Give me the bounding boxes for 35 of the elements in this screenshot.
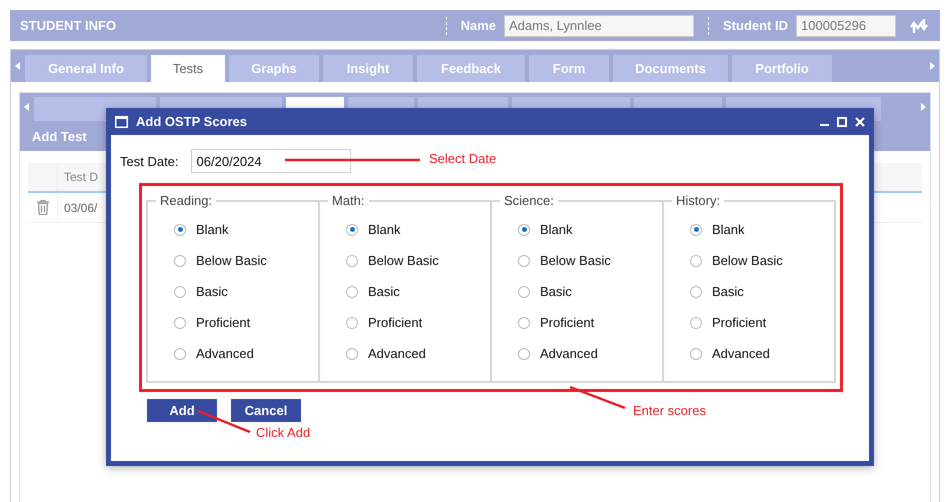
dialog-title: Add OSTP Scores bbox=[136, 114, 248, 129]
option-label: Advanced bbox=[196, 346, 254, 361]
option-label: Advanced bbox=[540, 346, 598, 361]
panel-title: Add Test bbox=[32, 128, 87, 144]
group-label: Science: bbox=[503, 193, 555, 208]
option-label: Proficient bbox=[540, 315, 594, 330]
annotation-text: Select Date bbox=[429, 151, 496, 166]
table-cell-text: 03/06/ bbox=[63, 200, 98, 214]
option-label: Blank bbox=[540, 222, 573, 237]
annotation-text: Enter scores bbox=[633, 403, 706, 418]
option-label: Blank bbox=[712, 222, 745, 237]
column-header: Test D bbox=[63, 170, 98, 184]
option-label: Basic bbox=[540, 284, 572, 299]
option-label: Advanced bbox=[712, 346, 770, 361]
option-label: Basic bbox=[712, 284, 744, 299]
group-label: History: bbox=[675, 193, 722, 208]
page-title: STUDENT INFO bbox=[20, 18, 118, 33]
option-label: Proficient bbox=[196, 315, 250, 330]
option-label: Basic bbox=[196, 284, 228, 299]
option-label: Basic bbox=[368, 284, 400, 299]
student-id-label: Student ID bbox=[723, 18, 788, 33]
option-label: Advanced bbox=[368, 346, 426, 361]
option-label: Below Basic bbox=[368, 253, 439, 268]
annotation-text: Click Add bbox=[256, 425, 310, 440]
group-label: Math: bbox=[331, 193, 366, 208]
group-label: Reading: bbox=[159, 193, 214, 208]
option-label: Below Basic bbox=[540, 253, 611, 268]
option-label: Blank bbox=[368, 222, 401, 237]
option-label: Blank bbox=[196, 222, 229, 237]
option-label: Proficient bbox=[712, 315, 766, 330]
option-label: Proficient bbox=[368, 315, 422, 330]
option-label: Below Basic bbox=[196, 253, 267, 268]
option-label: Below Basic bbox=[712, 253, 783, 268]
test-date-label: Test Date: bbox=[120, 154, 179, 168]
name-label: Name bbox=[460, 18, 496, 33]
